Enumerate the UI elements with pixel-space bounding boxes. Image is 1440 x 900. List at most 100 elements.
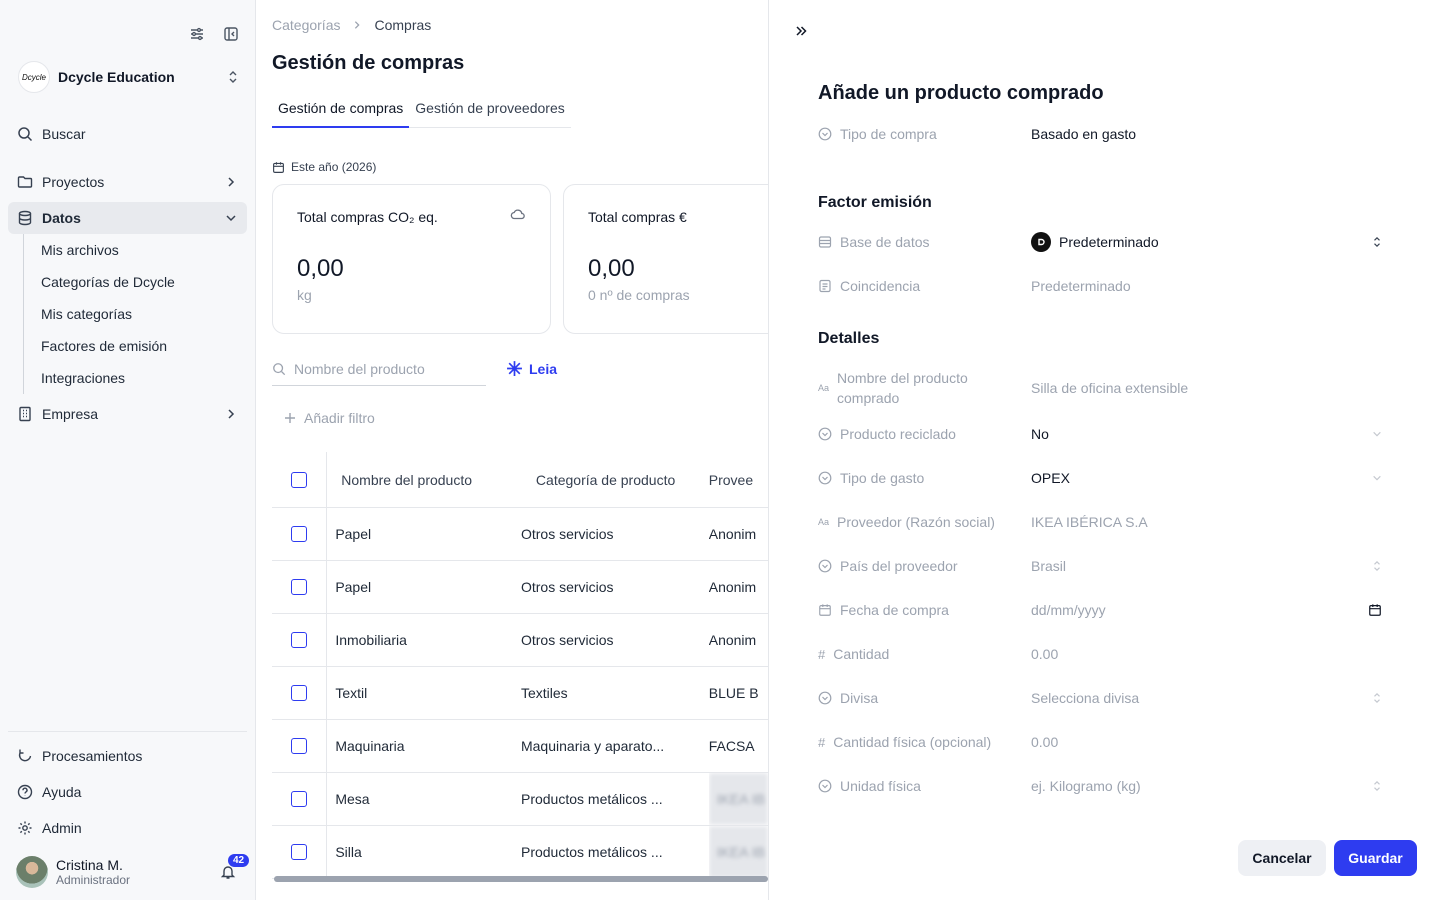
document-icon: [818, 279, 832, 293]
expense-type-select[interactable]: OPEX: [1031, 470, 1382, 486]
currency-select[interactable]: Selecciona divisa: [1031, 690, 1382, 706]
cell-provider: FACSA: [708, 738, 755, 754]
sidebar-subitem-factores-emision[interactable]: Factores de emisión: [24, 330, 175, 362]
sidebar-item-ayuda[interactable]: Ayuda: [8, 776, 247, 808]
sidebar-item-empresa[interactable]: Empresa: [8, 398, 247, 430]
physical-unit-placeholder: ej. Kilogramo (kg): [1031, 778, 1141, 794]
user-role: Administrador: [56, 873, 131, 887]
leia-button[interactable]: Leia: [506, 360, 557, 377]
row-checkbox[interactable]: [291, 738, 308, 754]
database-select[interactable]: Predeterminado: [1031, 232, 1382, 252]
table-row[interactable]: Papel Otros servicios Anonim: [272, 508, 768, 561]
supplier-country-label: País del proveedor: [818, 556, 1031, 576]
sidebar-subitem-mis-archivos[interactable]: Mis archivos: [24, 234, 175, 266]
add-filter-button[interactable]: Añadir filtro: [284, 410, 375, 426]
sidebar-item-label: Empresa: [42, 406, 99, 422]
cell-product-name: Papel: [335, 579, 372, 595]
table-row[interactable]: Papel Otros servicios Anonim: [272, 561, 768, 614]
double-chevron-right-icon[interactable]: [794, 24, 808, 38]
select-all-checkbox[interactable]: [291, 471, 308, 488]
cell-provider-loading: IKEA IB: [708, 826, 768, 878]
horizontal-scrollbar[interactable]: [274, 876, 768, 882]
supplier-input[interactable]: IKEA IBÉRICA S.A: [1031, 514, 1382, 530]
cell-product-name: Silla: [335, 844, 362, 860]
table-row[interactable]: Textil Textiles BLUE B: [272, 667, 768, 720]
breadcrumb-categorias[interactable]: Categorías: [272, 17, 340, 33]
sidebar-item-procesamientos[interactable]: Procesamientos: [8, 740, 247, 772]
sidebar-subitem-mis-categorias[interactable]: Mis categorías: [24, 298, 175, 330]
cell-category: Productos metálicos ...: [520, 791, 663, 807]
field-label: Base de datos: [840, 234, 930, 250]
sliders-icon[interactable]: [189, 26, 205, 42]
page-title: Gestión de compras: [272, 52, 465, 74]
cell-product-name: Papel: [335, 526, 372, 542]
row-checkbox[interactable]: [291, 579, 308, 595]
column-header-provider[interactable]: Provee: [709, 472, 768, 488]
circle-check-icon: [818, 127, 832, 141]
field-label: Unidad física: [840, 778, 921, 794]
cell-category: Otros servicios: [520, 632, 614, 648]
table-row[interactable]: Inmobiliaria Otros servicios Anonim: [272, 614, 768, 667]
help-icon: [17, 784, 33, 800]
product-name-row: Aa Nombre del producto comprado Silla de…: [818, 368, 1382, 408]
sidebar-item-proyectos[interactable]: Proyectos: [8, 166, 247, 198]
quantity-input[interactable]: 0.00: [1031, 646, 1382, 662]
circle-check-icon: [818, 427, 832, 441]
user-profile[interactable]: Cristina M. Administrador 42: [16, 854, 250, 889]
search-nav-item[interactable]: Buscar: [8, 118, 247, 150]
cloud-icon: [510, 207, 526, 221]
search-input[interactable]: [294, 360, 464, 377]
recycled-select[interactable]: No: [1031, 426, 1382, 442]
sidebar-subitem-categorias-dcycle[interactable]: Categorías de Dcycle: [24, 266, 175, 298]
tabs: Gestión de compras Gestión de proveedore…: [272, 98, 571, 128]
database-label: Base de datos: [818, 232, 1031, 252]
table-row[interactable]: Mesa Productos metálicos ... IKEA IB: [272, 773, 768, 826]
cell-category: Textiles: [520, 685, 568, 701]
chevron-down-icon: [1372, 473, 1382, 483]
row-checkbox[interactable]: [291, 685, 308, 701]
circle-check-icon: [818, 691, 832, 705]
sidebar-item-admin[interactable]: Admin: [8, 812, 247, 844]
purchase-date-label: Fecha de compra: [818, 600, 1031, 620]
purchase-type-value[interactable]: Basado en gasto: [1031, 126, 1382, 142]
org-switcher[interactable]: Dcycle Dcycle Education: [18, 60, 239, 94]
cancel-button[interactable]: Cancelar: [1238, 840, 1326, 876]
table-row[interactable]: Maquinaria Maquinaria y aparato... FACSA: [272, 720, 768, 773]
calendar-icon[interactable]: [1368, 603, 1382, 617]
row-checkbox[interactable]: [291, 526, 308, 542]
row-checkbox[interactable]: [291, 844, 308, 860]
row-checkbox[interactable]: [291, 791, 308, 807]
physical-unit-select[interactable]: ej. Kilogramo (kg): [1031, 778, 1382, 794]
tab-gestion-compras[interactable]: Gestión de compras: [272, 98, 410, 128]
purchase-date-input[interactable]: dd/mm/yyyy: [1031, 602, 1382, 618]
row-select-cell: [272, 826, 328, 878]
emission-factor-heading: Factor emisión: [818, 194, 932, 211]
save-button[interactable]: Guardar: [1334, 840, 1417, 876]
tab-gestion-proveedores[interactable]: Gestión de proveedores: [409, 98, 570, 127]
panel-title: Añade un producto comprado: [818, 82, 1104, 104]
cell-category: Otros servicios: [520, 526, 614, 542]
supplier-country-select[interactable]: Brasil: [1031, 558, 1382, 574]
physical-quantity-input[interactable]: 0.00: [1031, 734, 1382, 750]
row-select-cell: [272, 667, 328, 719]
table-row[interactable]: Silla Productos metálicos ... IKEA IB: [272, 826, 768, 879]
bell-icon[interactable]: 42: [220, 854, 250, 880]
sidebar-item-datos[interactable]: Datos: [8, 202, 247, 234]
product-name-input[interactable]: Silla de oficina extensible: [1031, 380, 1382, 396]
collapse-sidebar-icon[interactable]: [223, 26, 239, 42]
field-label: Cantidad: [833, 646, 890, 662]
column-header-category[interactable]: Categoría de producto: [521, 472, 709, 488]
field-label: Tipo de compra: [840, 126, 937, 142]
match-row: Coincidencia Predeterminado: [818, 276, 1382, 296]
folder-icon: [17, 174, 33, 190]
row-checkbox[interactable]: [291, 632, 308, 648]
user-name: Cristina M.: [56, 857, 123, 873]
main-content: Categorías Compras Gestión de compras Ge…: [256, 0, 768, 900]
column-header-name[interactable]: Nombre del producto: [327, 472, 521, 488]
sparkle-icon: [506, 360, 523, 377]
chevron-updown-icon: [227, 70, 239, 84]
details-heading: Detalles: [818, 330, 880, 347]
sidebar-subitem-integraciones[interactable]: Integraciones: [24, 362, 175, 394]
period-selector[interactable]: Este año (2026): [272, 160, 376, 174]
text-field-icon: Aa: [818, 517, 830, 527]
